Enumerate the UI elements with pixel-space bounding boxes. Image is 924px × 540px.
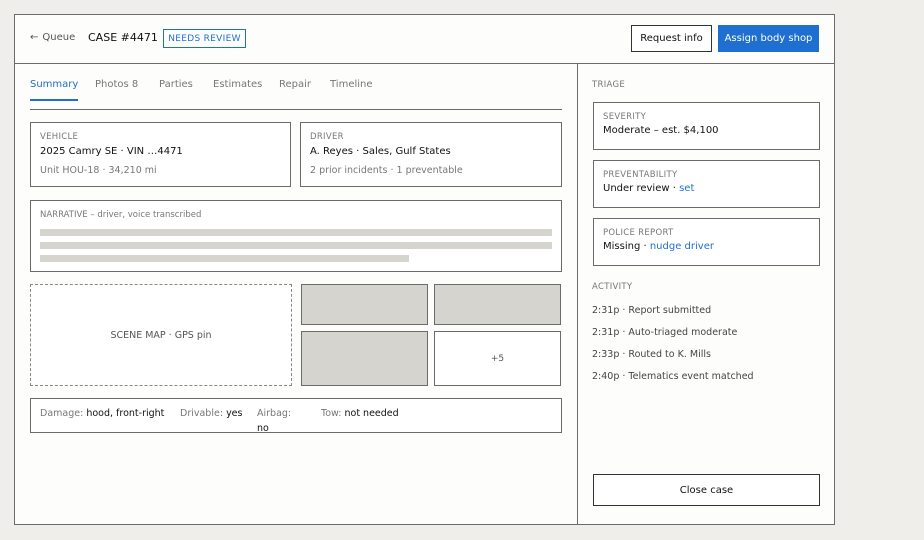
- driver-history: 2 prior incidents · 1 preventable: [310, 165, 463, 176]
- triage-heading: TRIAGE: [592, 80, 626, 90]
- driver-name: A. Reyes · Sales, Gulf States: [310, 146, 451, 157]
- narrative-line: [40, 255, 409, 262]
- case-header: ← Queue CASE #4471 NEEDS REVIEW Request …: [15, 15, 834, 64]
- tab-summary[interactable]: Summary: [30, 79, 79, 101]
- police-report-value: Missing · nudge driver: [603, 241, 714, 252]
- activity-item: 2:31p · Report submitted: [592, 305, 712, 316]
- driver-card: DRIVER A. Reyes · Sales, Gulf States 2 p…: [300, 122, 562, 187]
- vehicle-unit: Unit HOU-18 · 34,210 mi: [40, 165, 157, 176]
- assign-body-shop-button[interactable]: Assign body shop: [718, 25, 819, 52]
- fact-drivable: Drivable: yes: [180, 408, 243, 419]
- triage-sidebar: TRIAGE SEVERITY Moderate – est. $4,100 P…: [577, 64, 835, 525]
- activity-item: 2:40p · Telematics event matched: [592, 371, 754, 382]
- close-case-button[interactable]: Close case: [593, 474, 820, 506]
- activity-item: 2:31p · Auto-triaged moderate: [592, 327, 738, 338]
- case-window: ← Queue CASE #4471 NEEDS REVIEW Request …: [14, 14, 835, 525]
- back-to-queue-link[interactable]: ← Queue: [30, 32, 75, 43]
- narrative-line: [40, 229, 552, 236]
- narrative-label: NARRATIVE – driver, voice transcribed: [40, 210, 202, 220]
- photo-thumbnail[interactable]: [434, 284, 561, 325]
- activity-item: 2:33p · Routed to K. Mills: [592, 349, 711, 360]
- preventability-card: PREVENTABILITY Under review · set: [593, 160, 820, 208]
- nudge-driver-link[interactable]: nudge driver: [650, 241, 714, 252]
- vehicle-label: VEHICLE: [40, 132, 79, 142]
- back-label: Queue: [42, 32, 76, 43]
- tab-parties[interactable]: Parties: [159, 79, 193, 101]
- police-report-card: POLICE REPORT Missing · nudge driver: [593, 218, 820, 266]
- police-report-label: POLICE REPORT: [603, 228, 674, 238]
- request-info-button[interactable]: Request info: [631, 25, 712, 52]
- vehicle-card: VEHICLE 2025 Camry SE · VIN …4471 Unit H…: [30, 122, 291, 187]
- narrative-card: NARRATIVE – driver, voice transcribed: [30, 200, 562, 272]
- more-photos-tile[interactable]: +5: [434, 331, 561, 386]
- tab-bar: Summary Photos 8 Parties Estimates Repai…: [30, 64, 562, 110]
- fact-damage: Damage: hood, front-right: [40, 408, 165, 419]
- status-badge: NEEDS REVIEW: [163, 29, 246, 48]
- photo-thumbnail[interactable]: [301, 284, 428, 325]
- narrative-line: [40, 242, 552, 249]
- case-title: CASE #4471: [88, 31, 158, 44]
- case-main: Summary Photos 8 Parties Estimates Repai…: [15, 64, 577, 525]
- severity-label: SEVERITY: [603, 112, 647, 122]
- damage-facts: Damage: hood, front-right Drivable: yes …: [30, 398, 562, 434]
- vehicle-model: 2025 Camry SE · VIN …4471: [40, 146, 183, 157]
- arrow-left-icon: ←: [30, 32, 39, 43]
- tab-repair[interactable]: Repair: [279, 79, 311, 101]
- scene-map[interactable]: SCENE MAP · GPS pin: [30, 284, 292, 386]
- fact-tow: Tow: not needed: [321, 408, 399, 419]
- severity-value: Moderate – est. $4,100: [603, 125, 719, 136]
- set-preventability-link[interactable]: set: [679, 183, 694, 194]
- fact-airbag: Airbag: no: [257, 408, 292, 434]
- tab-photos[interactable]: Photos 8: [95, 79, 138, 101]
- activity-heading: ACTIVITY: [592, 282, 633, 292]
- photo-thumbnail[interactable]: [301, 331, 428, 386]
- severity-card: SEVERITY Moderate – est. $4,100: [593, 102, 820, 150]
- preventability-label: PREVENTABILITY: [603, 170, 678, 180]
- preventability-value: Under review · set: [603, 183, 695, 194]
- driver-label: DRIVER: [310, 132, 344, 142]
- tab-timeline[interactable]: Timeline: [330, 79, 373, 101]
- tab-estimates[interactable]: Estimates: [213, 79, 262, 101]
